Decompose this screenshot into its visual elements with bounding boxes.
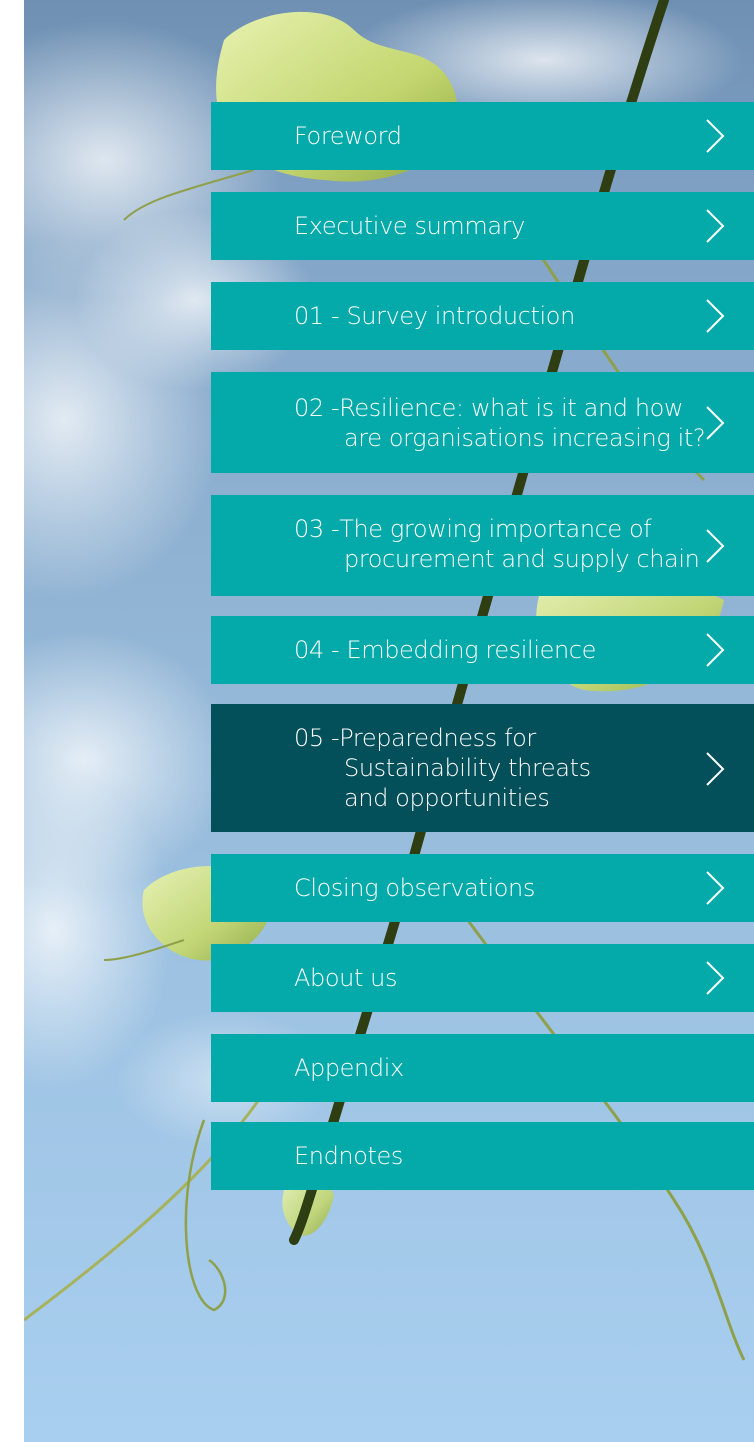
toc-item-about-us[interactable]: About us — [211, 944, 754, 1012]
toc-item-survey-introduction[interactable]: 01 - Survey introduction — [211, 282, 754, 350]
chevron-right-icon — [706, 961, 725, 995]
chevron-right-icon — [706, 752, 725, 786]
chevron-right-icon — [706, 529, 725, 563]
toc-item-label: 04 - Embedding resilience — [294, 636, 596, 664]
toc-item-label: Endnotes — [294, 1142, 403, 1170]
toc-item-title-line1: Preparedness for — [339, 724, 536, 752]
toc-item-label: Appendix — [294, 1054, 404, 1082]
toc-item-title-line3: and opportunities — [344, 784, 550, 812]
toc-item-foreword[interactable]: Foreword — [211, 102, 754, 170]
toc-item-label: 03 - The growing importance of procureme… — [294, 514, 700, 573]
chevron-right-icon — [706, 406, 725, 440]
chevron-right-icon — [706, 119, 725, 153]
toc-item-label: Foreword — [294, 122, 402, 150]
table-of-contents: Foreword Executive summary 01 - Survey i… — [211, 0, 754, 1442]
toc-item-label: Closing observations — [294, 874, 535, 902]
toc-item-title-line2: procurement and supply chain — [344, 545, 700, 573]
chevron-right-icon — [706, 871, 725, 905]
toc-item-label: 05 - Preparedness for Sustainability thr… — [294, 723, 591, 812]
toc-item-preparedness-active[interactable]: 05 - Preparedness for Sustainability thr… — [211, 704, 754, 832]
toc-item-executive-summary[interactable]: Executive summary — [211, 192, 754, 260]
toc-item-embedding-resilience[interactable]: 04 - Embedding resilience — [211, 616, 754, 684]
toc-item-number: 03 - — [294, 515, 340, 543]
toc-item-number: 05 - — [294, 724, 340, 752]
chevron-right-icon — [706, 299, 725, 333]
toc-item-label: 01 - Survey introduction — [294, 302, 575, 330]
toc-item-resilience[interactable]: 02 - Resilience: what is it and how are … — [211, 372, 754, 473]
toc-item-label: Executive summary — [294, 212, 525, 240]
toc-item-endnotes[interactable]: Endnotes — [211, 1122, 754, 1190]
chevron-right-icon — [706, 209, 725, 243]
toc-item-title-line1: The growing importance of — [339, 515, 652, 543]
toc-item-closing-observations[interactable]: Closing observations — [211, 854, 754, 922]
toc-item-label: About us — [294, 964, 398, 992]
toc-item-appendix[interactable]: Appendix — [211, 1034, 754, 1102]
toc-item-title-line1: Resilience: what is it and how — [339, 394, 684, 422]
toc-item-label: 02 - Resilience: what is it and how are … — [294, 393, 706, 452]
page: Foreword Executive summary 01 - Survey i… — [0, 0, 754, 1442]
toc-item-title-line2: are organisations increasing it? — [344, 424, 706, 452]
toc-item-title-line2: Sustainability threats — [344, 754, 591, 782]
toc-item-number: 02 - — [294, 394, 340, 422]
chevron-right-icon — [706, 633, 725, 667]
toc-item-procurement[interactable]: 03 - The growing importance of procureme… — [211, 495, 754, 596]
